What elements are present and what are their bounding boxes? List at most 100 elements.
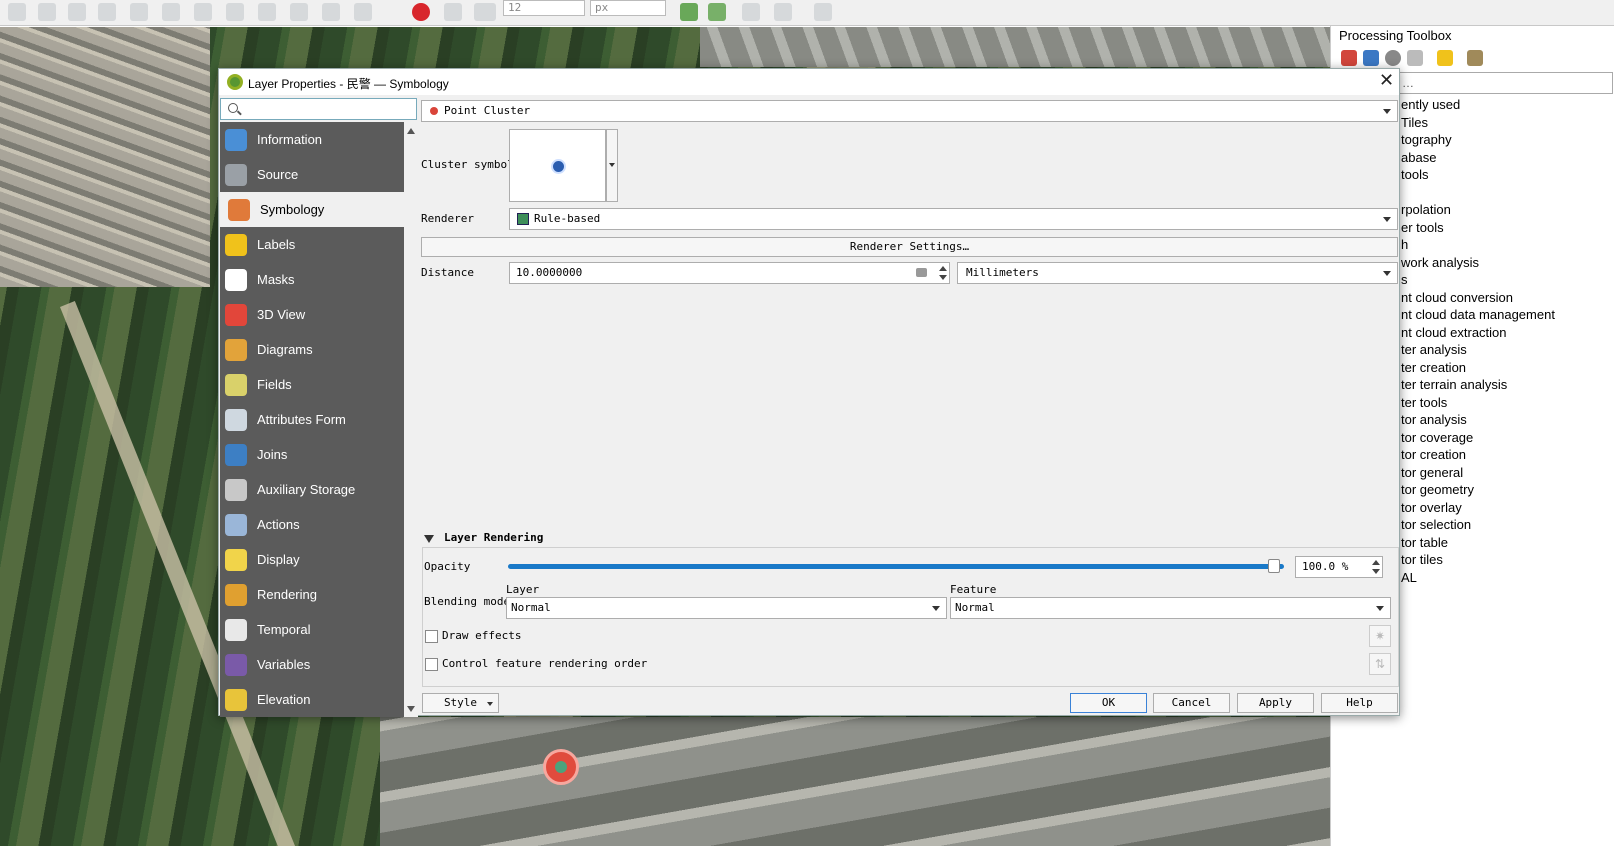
digitize-icon[interactable] — [354, 3, 372, 21]
toolbox-group-item[interactable]: Tiles — [1401, 114, 1555, 132]
sort-order-icon[interactable]: ⇅ — [1369, 653, 1391, 675]
sidebar-item-3d-view[interactable]: 3D View — [220, 297, 404, 332]
distance-unit-select[interactable]: Millimeters — [957, 262, 1398, 284]
sidebar-item-source[interactable]: Source — [220, 157, 404, 192]
layer-rendering-header[interactable]: Layer Rendering — [444, 531, 543, 544]
digitize-icon[interactable] — [38, 3, 56, 21]
sidebar-item-temporal[interactable]: Temporal — [220, 612, 404, 647]
toolbox-group-item[interactable]: tor tiles — [1401, 551, 1555, 569]
digitize-icon[interactable] — [98, 3, 116, 21]
toolbox-group-item[interactable]: nt cloud extraction — [1401, 324, 1555, 342]
sidebar-item-elevation[interactable]: Elevation — [220, 682, 404, 717]
draw-effects-checkbox[interactable] — [425, 630, 438, 643]
clear-icon[interactable] — [916, 268, 927, 277]
close-button[interactable]: ✕ — [1379, 70, 1394, 91]
scroll-up-icon[interactable] — [407, 128, 415, 134]
sidebar-item-variables[interactable]: Variables — [220, 647, 404, 682]
digitize-icon[interactable] — [258, 3, 276, 21]
digitize-icon[interactable] — [322, 3, 340, 21]
toolbox-group-item[interactable]: tor geometry — [1401, 481, 1555, 499]
toolbox-group-item[interactable]: tor analysis — [1401, 411, 1555, 429]
renderer-settings-button[interactable]: Renderer Settings… — [421, 237, 1398, 257]
ok-button[interactable]: OK — [1070, 693, 1147, 713]
sidebar-item-display[interactable]: Display — [220, 542, 404, 577]
scroll-down-icon[interactable] — [407, 706, 415, 712]
annotation-icon[interactable] — [774, 3, 792, 21]
toolbox-group-item[interactable]: nt cloud conversion — [1401, 289, 1555, 307]
feature-blend-select[interactable]: Normal — [950, 597, 1391, 619]
annotation-icon[interactable] — [708, 3, 726, 21]
toolbox-group-item[interactable]: rpolation — [1401, 201, 1555, 219]
models-icon[interactable] — [1341, 50, 1357, 66]
sidebar-item-symbology[interactable]: Symbology — [220, 192, 404, 227]
cluster-symbol-dropdown[interactable] — [606, 129, 618, 202]
python-icon[interactable] — [1363, 50, 1379, 66]
snapping-unit-select[interactable]: px — [590, 0, 666, 16]
cancel-button[interactable]: Cancel — [1153, 693, 1230, 713]
digitize-icon[interactable] — [194, 3, 212, 21]
snapping-magnet-icon[interactable] — [412, 3, 430, 21]
toolbox-group-item[interactable]: tor creation — [1401, 446, 1555, 464]
sidebar-item-rendering[interactable]: Rendering — [220, 577, 404, 612]
opacity-spinbox[interactable]: 100.0 % — [1295, 556, 1383, 578]
sidebar-search-input[interactable] — [220, 98, 417, 120]
sidebar-scrollbar[interactable] — [404, 122, 418, 717]
sidebar-item-fields[interactable]: Fields — [220, 367, 404, 402]
toolbox-group-item[interactable]: ter terrain analysis — [1401, 376, 1555, 394]
history-icon[interactable] — [1385, 50, 1401, 66]
toolbox-group-item[interactable]: AL — [1401, 569, 1555, 587]
results-icon[interactable] — [1407, 50, 1423, 66]
control-order-checkbox[interactable] — [425, 658, 438, 671]
toolbox-group-item[interactable]: tor table — [1401, 534, 1555, 552]
sidebar-item-diagrams[interactable]: Diagrams — [220, 332, 404, 367]
digitize-icon[interactable] — [162, 3, 180, 21]
cluster-marker[interactable] — [543, 749, 579, 785]
digitize-icon[interactable] — [290, 3, 308, 21]
opacity-slider[interactable] — [508, 564, 1284, 569]
toolbox-group-item[interactable]: tor selection — [1401, 516, 1555, 534]
toolbox-group-item[interactable]: nt cloud data management — [1401, 306, 1555, 324]
distance-input[interactable]: 10.0000000 — [509, 262, 950, 284]
help-button[interactable]: Help — [1321, 693, 1398, 713]
toolbox-group-item[interactable]: er tools — [1401, 219, 1555, 237]
collapse-triangle-icon[interactable] — [424, 535, 434, 543]
digitize-icon[interactable] — [130, 3, 148, 21]
toolbox-group-item[interactable]: tography — [1401, 131, 1555, 149]
toolbox-group-item[interactable]: h — [1401, 236, 1555, 254]
toolbox-group-item[interactable]: tor overlay — [1401, 499, 1555, 517]
digitize-icon[interactable] — [226, 3, 244, 21]
renderer-type-select[interactable]: Point Cluster — [421, 100, 1398, 122]
sidebar-item-attributes-form[interactable]: Attributes Form — [220, 402, 404, 437]
tracing-icon[interactable] — [444, 3, 462, 21]
snapping-tolerance-input[interactable]: 12 — [503, 0, 585, 16]
spin-arrows-icon[interactable] — [939, 265, 947, 281]
annotation-icon[interactable] — [814, 3, 832, 21]
options-icon[interactable] — [1467, 50, 1483, 66]
spin-arrows-icon[interactable] — [1372, 559, 1380, 575]
layer-blend-select[interactable]: Normal — [506, 597, 947, 619]
toolbox-group-item[interactable]: ter analysis — [1401, 341, 1555, 359]
digitize-icon[interactable] — [8, 3, 26, 21]
sidebar-item-auxiliary-storage[interactable]: Auxiliary Storage — [220, 472, 404, 507]
toolbox-group-item[interactable] — [1401, 184, 1555, 202]
sidebar-item-actions[interactable]: Actions — [220, 507, 404, 542]
toolbox-group-item[interactable]: work analysis — [1401, 254, 1555, 272]
sidebar-item-labels[interactable]: Labels — [220, 227, 404, 262]
toolbox-group-item[interactable]: tor general — [1401, 464, 1555, 482]
toolbox-group-item[interactable]: ter tools — [1401, 394, 1555, 412]
snapping-type-icon[interactable] — [474, 3, 496, 21]
annotation-icon[interactable] — [680, 3, 698, 21]
toolbox-group-item[interactable]: tools — [1401, 166, 1555, 184]
toolbox-group-item[interactable]: ently used — [1401, 96, 1555, 114]
toolbox-group-item[interactable]: ter creation — [1401, 359, 1555, 377]
sub-renderer-select[interactable]: Rule-based — [509, 208, 1398, 230]
toolbox-group-item[interactable]: tor coverage — [1401, 429, 1555, 447]
digitize-icon[interactable] — [68, 3, 86, 21]
opacity-slider-handle[interactable] — [1268, 559, 1280, 573]
cluster-symbol-button[interactable] — [509, 129, 606, 202]
toolbox-group-item[interactable]: abase — [1401, 149, 1555, 167]
style-button[interactable]: Style — [422, 693, 499, 713]
sidebar-item-information[interactable]: Information — [220, 122, 404, 157]
apply-button[interactable]: Apply — [1237, 693, 1314, 713]
toolbox-group-item[interactable]: s — [1401, 271, 1555, 289]
